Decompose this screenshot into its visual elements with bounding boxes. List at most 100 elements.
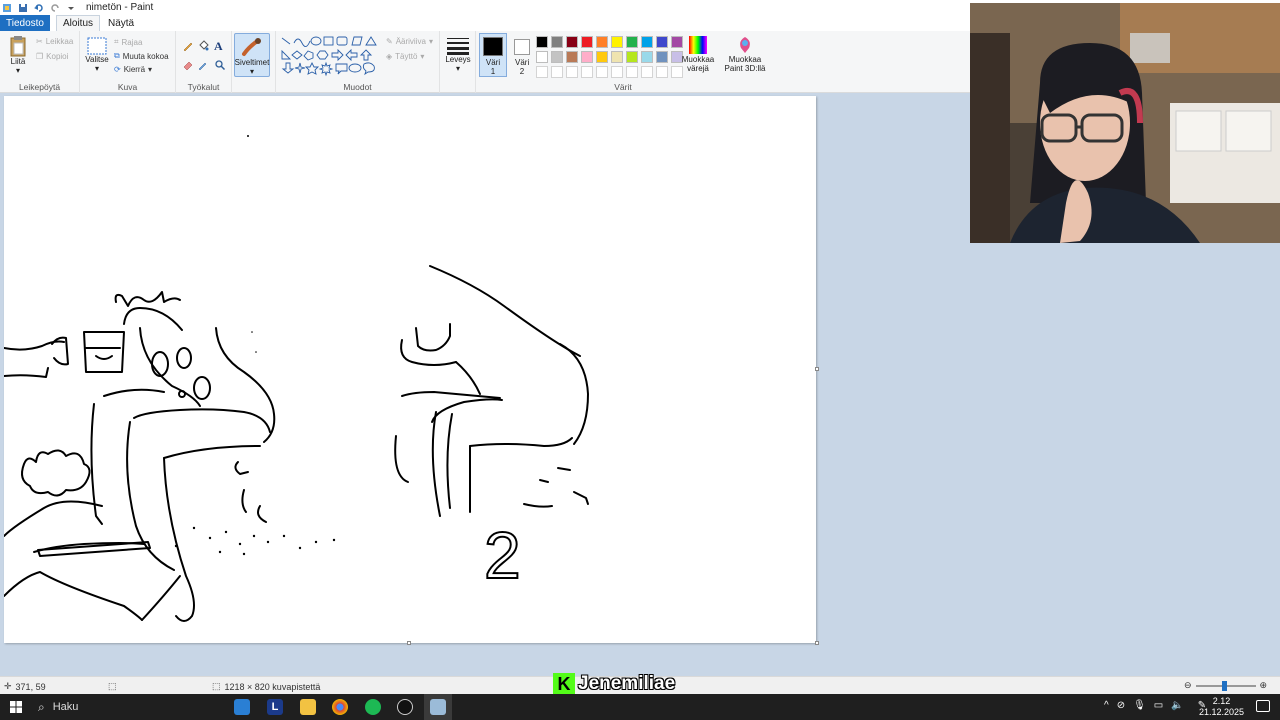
zoom-control: ⊖ ⊕ bbox=[1184, 680, 1267, 691]
palette-color-swatch[interactable] bbox=[536, 51, 548, 63]
palette-color-swatch[interactable] bbox=[566, 51, 578, 63]
pencil-icon[interactable] bbox=[182, 40, 194, 52]
palette-color-swatch[interactable] bbox=[551, 51, 563, 63]
crop-button[interactable]: ⌗ Rajaa bbox=[114, 37, 142, 47]
paint3d-icon bbox=[740, 37, 750, 53]
edit-colors-button[interactable]: Muokkaa värejä bbox=[680, 35, 716, 73]
text-tool-icon[interactable]: A bbox=[214, 39, 223, 54]
eraser-icon[interactable] bbox=[182, 59, 194, 71]
select-button[interactable]: Valitse ▾ bbox=[84, 37, 110, 73]
rotate-icon: ⟳ bbox=[114, 65, 121, 74]
magnifier-icon[interactable] bbox=[214, 59, 226, 71]
obs-icon[interactable] bbox=[397, 699, 413, 715]
tab-file[interactable]: Tiedosto bbox=[0, 15, 50, 31]
clock-date: 21.12.2025 bbox=[1198, 707, 1244, 717]
palette-custom-slot[interactable] bbox=[551, 66, 563, 78]
customize-toolbar-icon[interactable] bbox=[66, 3, 76, 13]
network-icon[interactable]: ▭ bbox=[1154, 700, 1163, 711]
shapes-gallery[interactable] bbox=[280, 35, 380, 77]
palette-color-swatch[interactable] bbox=[656, 36, 668, 48]
clipboard-group: Liitä ▾ ✂ Leikkaa ❐ Kopioi Leikepöytä bbox=[0, 31, 80, 93]
redo-icon[interactable] bbox=[50, 3, 60, 13]
color1-button[interactable]: Väri 1 bbox=[479, 33, 507, 77]
image-size-icon: ⬚ bbox=[212, 681, 221, 691]
undo-icon[interactable] bbox=[34, 3, 44, 13]
scissors-icon: ✂ bbox=[36, 37, 43, 46]
notification-icon[interactable] bbox=[1256, 700, 1270, 712]
paint3d-button[interactable]: Muokkaa Paint 3D:llä bbox=[722, 35, 768, 73]
webcam-overlay bbox=[970, 3, 1280, 243]
palette-color-swatch[interactable] bbox=[656, 51, 668, 63]
palette-custom-slot[interactable] bbox=[566, 66, 578, 78]
size-group: Leveys ▾ bbox=[440, 31, 476, 93]
taskbar-paint-active[interactable] bbox=[424, 694, 452, 720]
tray-chevron-up-icon[interactable]: ^ bbox=[1104, 700, 1109, 711]
palette-color-swatch[interactable] bbox=[641, 51, 653, 63]
tab-view[interactable]: Näytä bbox=[102, 15, 140, 31]
windows-start-icon[interactable] bbox=[10, 701, 22, 713]
palette-color-swatch[interactable] bbox=[566, 36, 578, 48]
palette-color-swatch[interactable] bbox=[626, 51, 638, 63]
palette-color-swatch[interactable] bbox=[641, 36, 653, 48]
fill-bucket-icon[interactable] bbox=[197, 40, 209, 52]
clock-time: 2.12 bbox=[1212, 696, 1231, 706]
rotate-button[interactable]: ⟳ Kierrä ▾ bbox=[114, 65, 152, 74]
canvas-resize-handle-bottom[interactable] bbox=[407, 641, 411, 645]
paste-button[interactable]: Liitä ▾ bbox=[6, 35, 30, 75]
taskbar-app-l-icon[interactable]: L bbox=[267, 699, 283, 715]
color-picker-icon[interactable] bbox=[197, 59, 209, 71]
file-explorer-icon[interactable] bbox=[300, 699, 316, 715]
search-icon: ⌕ bbox=[38, 699, 45, 714]
taskbar-search[interactable]: ⌕ Haku bbox=[30, 694, 224, 720]
palette-custom-slot[interactable] bbox=[626, 66, 638, 78]
volume-icon[interactable]: 🔈 bbox=[1171, 700, 1183, 711]
palette-color-swatch[interactable] bbox=[536, 36, 548, 48]
streamer-name: Jenemiliae bbox=[578, 673, 676, 694]
brushes-group: Siveltimet ▾ bbox=[232, 31, 276, 93]
canvas-resize-handle-right[interactable] bbox=[815, 367, 819, 371]
palette-color-swatch[interactable] bbox=[626, 36, 638, 48]
taskbar-clock[interactable]: 2.12 21.12.2025 bbox=[1199, 696, 1244, 718]
palette-custom-slot[interactable] bbox=[596, 66, 608, 78]
palette-color-swatch[interactable] bbox=[581, 51, 593, 63]
zoom-out-icon[interactable]: ⊖ bbox=[1184, 680, 1192, 691]
clipboard-group-label: Leikepöytä bbox=[18, 82, 61, 92]
chrome-icon[interactable] bbox=[332, 699, 348, 715]
zoom-slider[interactable] bbox=[1195, 680, 1256, 691]
palette-custom-slot[interactable] bbox=[641, 66, 653, 78]
palette-custom-slot[interactable] bbox=[581, 66, 593, 78]
resize-button[interactable]: ⧉ Muuta kokoa bbox=[114, 51, 169, 61]
palette-custom-slot[interactable] bbox=[611, 66, 623, 78]
dropdown-arrow-icon: ▾ bbox=[249, 67, 254, 76]
sketch-drawing: 2 bbox=[4, 135, 589, 622]
copy-button[interactable]: ❐ Kopioi bbox=[36, 52, 68, 61]
tools-group: A Työkalut bbox=[176, 31, 232, 93]
tray-network-off-icon[interactable]: ⊘ bbox=[1117, 700, 1125, 711]
taskbar-widget-icon[interactable] bbox=[234, 699, 250, 715]
palette-color-swatch[interactable] bbox=[611, 51, 623, 63]
palette-custom-slot[interactable] bbox=[536, 66, 548, 78]
canvas-resize-handle-corner[interactable] bbox=[815, 641, 819, 645]
microphone-icon[interactable]: 🎙 bbox=[1133, 700, 1146, 711]
color2-button[interactable]: Väri 2 bbox=[510, 36, 534, 76]
palette-color-swatch[interactable] bbox=[551, 36, 563, 48]
zoom-in-icon[interactable]: ⊕ bbox=[1260, 680, 1268, 691]
resize-icon: ⧉ bbox=[114, 51, 120, 60]
palette-color-swatch[interactable] bbox=[581, 36, 593, 48]
palette-color-swatch[interactable] bbox=[596, 36, 608, 48]
palette-color-swatch[interactable] bbox=[611, 36, 623, 48]
colors-group: Väri 1 Väri 2 Muokkaa värejä Muokkaa Pai… bbox=[476, 31, 770, 93]
outline-button[interactable]: ✎ Ääriviiva ▾ bbox=[386, 37, 433, 46]
size-button[interactable]: Leveys ▾ bbox=[444, 37, 472, 73]
spotify-icon[interactable] bbox=[365, 699, 381, 715]
drawing-canvas[interactable]: 2 bbox=[4, 96, 816, 643]
cut-button[interactable]: ✂ Leikkaa bbox=[36, 37, 73, 46]
fill-button[interactable]: ◈ Täyttö ▾ bbox=[386, 52, 424, 61]
palette-color-swatch[interactable] bbox=[596, 51, 608, 63]
cursor-position: ✛ 371, 59 bbox=[4, 681, 46, 692]
zoom-slider-thumb[interactable] bbox=[1221, 680, 1227, 691]
palette-custom-slot[interactable] bbox=[656, 66, 668, 78]
save-icon[interactable] bbox=[18, 3, 28, 13]
brushes-button[interactable]: Siveltimet ▾ bbox=[234, 33, 270, 77]
tab-home[interactable]: Aloitus bbox=[55, 15, 100, 31]
